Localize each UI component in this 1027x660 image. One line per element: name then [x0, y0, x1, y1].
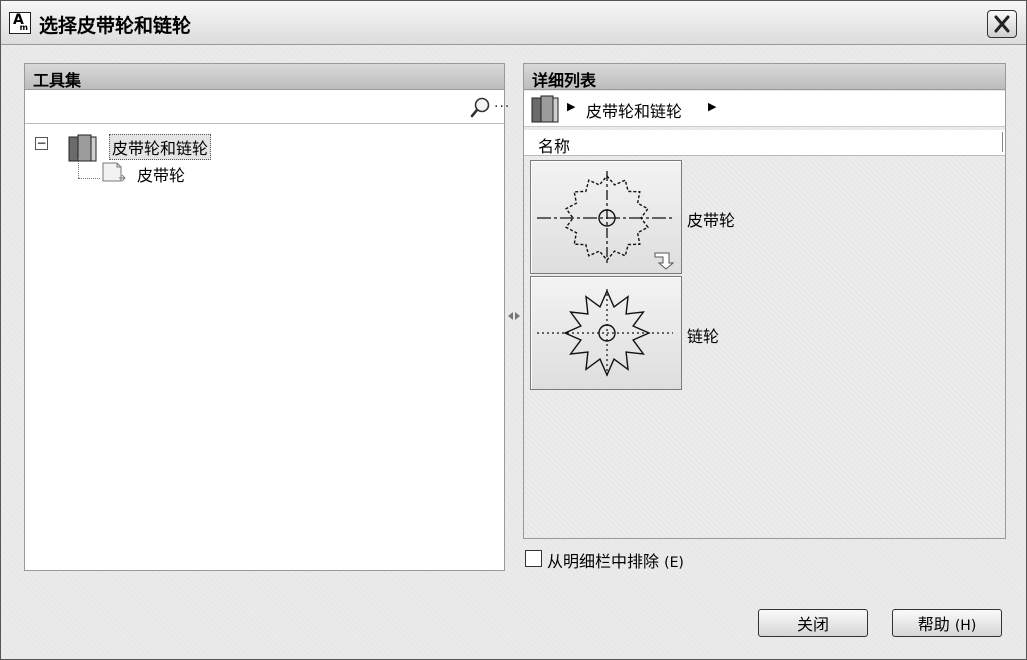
search-input[interactable]	[27, 94, 437, 120]
window-title: 选择皮带轮和链轮	[39, 15, 192, 37]
breadcrumb-arrow-icon[interactable]: ▶	[567, 100, 575, 113]
breadcrumb-item[interactable]: 皮带轮和链轮	[586, 98, 682, 122]
window-close-button[interactable]	[987, 10, 1017, 38]
pulley-icon	[537, 171, 675, 270]
column-divider	[1002, 132, 1003, 152]
insert-arrow-icon	[654, 252, 675, 270]
collapse-icon[interactable]: −	[35, 137, 48, 150]
detail-list-header: 详细列表	[524, 64, 1005, 90]
detail-list-panel: 详细列表 ▶ 皮带轮和链轮 ▶ 名称 皮带轮 链轮	[523, 63, 1006, 539]
title-bar: A m 选择皮带轮和链轮	[1, 1, 1026, 45]
sprocket-item-tile[interactable]	[530, 276, 682, 390]
search-options-button[interactable]: ...	[494, 95, 510, 111]
book-icon[interactable]	[530, 95, 564, 129]
page-icon	[101, 161, 127, 187]
column-header-label: 名称	[538, 137, 571, 156]
pulley-item-label[interactable]: 皮带轮	[687, 207, 735, 231]
search-icon[interactable]	[469, 95, 493, 119]
pulley-item-tile[interactable]	[530, 160, 682, 274]
app-icon: A m	[9, 12, 31, 34]
exclude-from-bom-checkbox[interactable]	[525, 550, 542, 567]
exclude-from-bom-label[interactable]: 从明细栏中排除 (E)	[547, 548, 684, 572]
tree-root-label[interactable]: 皮带轮和链轮	[109, 134, 212, 160]
panel-splitter[interactable]	[505, 301, 523, 331]
tree-connector	[78, 158, 79, 178]
dialog-window: A m 选择皮带轮和链轮 工具集 ... − 皮带轮和链轮 皮带轮 详细列表 ▶…	[0, 0, 1027, 660]
breadcrumb-arrow-icon[interactable]: ▶	[708, 100, 716, 113]
close-button[interactable]: 关闭	[758, 609, 868, 637]
breadcrumb: ▶ 皮带轮和链轮 ▶	[524, 91, 1005, 127]
sprocket-item-label[interactable]: 链轮	[687, 323, 719, 347]
help-button[interactable]: 帮助 (H)	[892, 609, 1002, 637]
column-header-name[interactable]: 名称	[524, 130, 1005, 156]
sprocket-icon	[537, 289, 673, 377]
search-bar: ...	[25, 91, 509, 124]
close-icon	[994, 15, 1010, 33]
tree-child-item[interactable]: 皮带轮	[137, 162, 185, 186]
toolset-header: 工具集	[25, 64, 504, 90]
book-icon	[65, 132, 105, 168]
app-icon-sub: m	[19, 23, 28, 32]
tree-connector	[78, 178, 100, 179]
toolset-panel: 工具集 ... − 皮带轮和链轮 皮带轮	[24, 63, 509, 571]
